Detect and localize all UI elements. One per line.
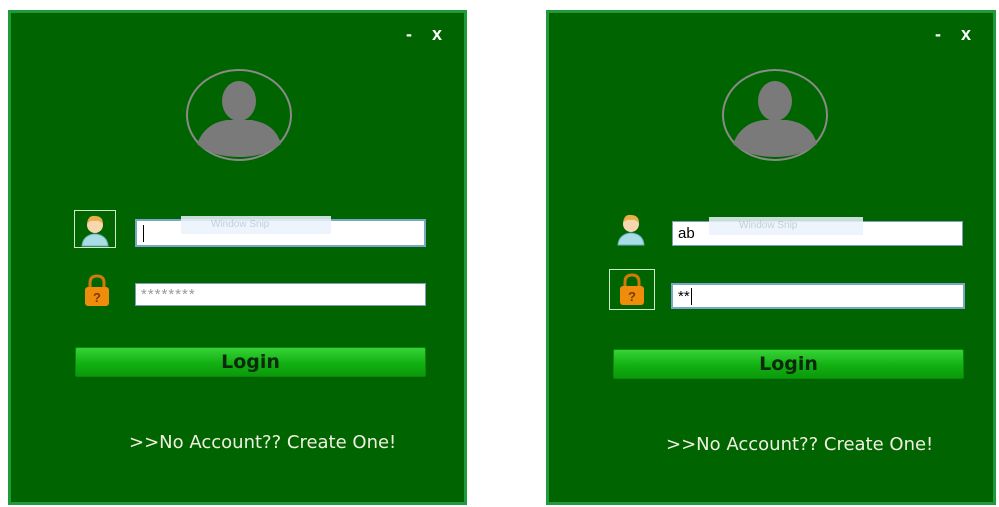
create-account-link[interactable]: >>No Account?? Create One! [666, 434, 933, 455]
close-button[interactable]: x [432, 25, 442, 43]
user-field-icon-box [74, 210, 116, 248]
login-window-left: - x Window Snip ? ******** Login >>No Ac… [8, 10, 467, 505]
user-field-icon-box [611, 210, 653, 248]
svg-text:?: ? [93, 290, 101, 305]
login-button[interactable]: Login [613, 349, 964, 379]
password-value: ** [678, 287, 690, 305]
text-caret [143, 224, 144, 242]
username-value: ab [678, 225, 695, 242]
user-field-icon [617, 214, 645, 246]
svg-text:?: ? [628, 289, 636, 304]
window-snip-overlay: Window Snip [181, 216, 331, 234]
minimize-button[interactable]: - [406, 25, 412, 43]
password-input[interactable]: ** [671, 283, 965, 309]
minimize-button[interactable]: - [935, 25, 941, 43]
user-avatar-icon [722, 69, 828, 161]
text-caret [690, 287, 692, 305]
lock-field-icon-box: ? [77, 272, 119, 310]
user-avatar-icon [186, 69, 292, 161]
lock-icon: ? [85, 274, 109, 306]
lock-icon: ? [620, 273, 644, 305]
window-snip-overlay: Window Snip [709, 217, 863, 235]
login-button[interactable]: Login [75, 347, 426, 377]
create-account-link[interactable]: >>No Account?? Create One! [129, 432, 396, 453]
password-value: ******** [141, 286, 196, 303]
lock-field-icon-box: ? [609, 269, 655, 310]
password-input[interactable]: ******** [135, 283, 426, 306]
user-field-icon [81, 215, 109, 247]
login-window-right: - x ab Window Snip ? ** Login >>No Accou… [546, 10, 996, 505]
close-button[interactable]: x [961, 25, 971, 43]
